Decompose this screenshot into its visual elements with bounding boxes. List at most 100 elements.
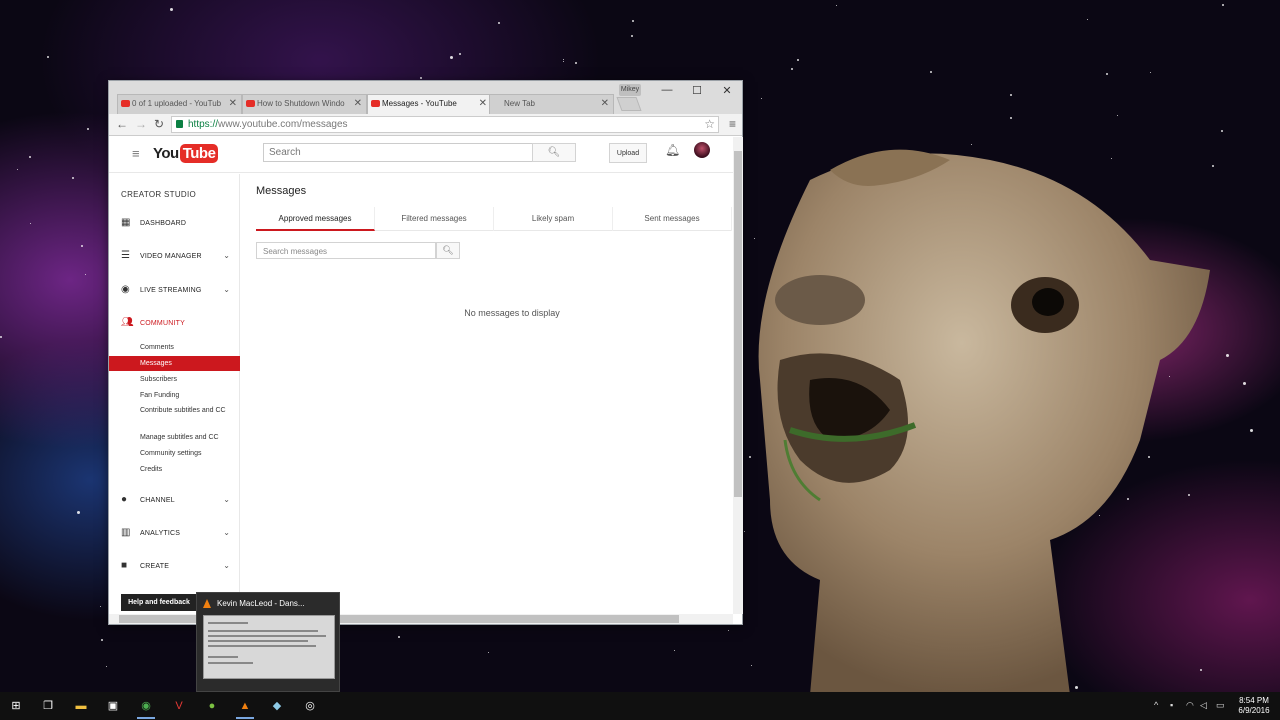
youtube-favicon-icon [371, 100, 380, 107]
star [797, 59, 799, 61]
star [87, 128, 89, 130]
youtube-logo[interactable]: You Tube [153, 143, 219, 163]
back-arrow-icon[interactable]: ← [116, 117, 128, 131]
reload-icon[interactable]: ↻ [154, 117, 164, 131]
guide-menu-icon[interactable]: ≡ [132, 146, 140, 161]
star [101, 639, 103, 641]
maximize-icon[interactable]: ☐ [682, 84, 712, 97]
youtube-masthead: ≡ You Tube Search 🔍︎ Upload 🔔︎ [109, 137, 733, 173]
windows-taskbar: ⊞ ❐ ▬ ▣ ◉ V ● ▲ ◆ ◎ ^ ▪ ◠ ◁ ▭ 8:54 PM 6/… [0, 692, 1280, 720]
chevron-down-icon: ⌄ [223, 495, 230, 504]
volume-icon[interactable]: ◁ [1200, 700, 1207, 711]
tray-chevron-up-icon[interactable]: ^ [1154, 700, 1158, 710]
tab-filtered-messages[interactable]: Filtered messages [375, 207, 494, 231]
creator-studio-title[interactable]: CREATOR STUDIO [121, 190, 196, 199]
browser-tab-new[interactable]: New Tab ✕ [489, 94, 614, 114]
close-window-icon[interactable]: ✕ [712, 84, 742, 97]
profile-button[interactable]: Mikey [619, 84, 641, 96]
chrome-icon[interactable]: ◉ [135, 696, 157, 719]
browser-tab-upload[interactable]: 0 of 1 uploaded - YouTub ✕ [117, 94, 242, 114]
address-bar[interactable]: https://www.youtube.com/messages ☆ [171, 116, 719, 133]
close-tab-icon[interactable]: ✕ [354, 98, 362, 109]
search-messages-button[interactable]: 🔍︎ [436, 242, 460, 259]
system-clock[interactable]: 8:54 PM 6/9/2016 [1234, 696, 1274, 716]
forward-arrow-icon[interactable]: → [135, 117, 147, 131]
vivaldi-icon[interactable]: V [168, 696, 190, 716]
star [170, 8, 173, 11]
sidebar-item-credits[interactable]: Credits [109, 465, 240, 475]
notifications-bell-icon[interactable]: 🔔︎ [665, 143, 680, 157]
messages-main-panel: Messages Approved messages Filtered mess… [246, 174, 733, 614]
upload-button[interactable]: Upload [609, 143, 647, 163]
taskbar-thumbnail-preview[interactable]: Kevin MacLeod - Dans... [196, 592, 340, 692]
vlc-icon[interactable]: ▲ [234, 696, 256, 719]
sidebar-item-analytics[interactable]: ▥ ANALYTICS ⌄ [109, 527, 240, 541]
community-icon: 👥︎ [121, 317, 134, 328]
search-messages-input[interactable]: Search messages [256, 242, 436, 259]
browser-tab-messages[interactable]: Messages - YouTube ✕ [367, 94, 492, 114]
task-view-icon[interactable]: ❐ [37, 696, 59, 716]
star [450, 56, 453, 59]
search-button[interactable]: 🔍︎ [532, 143, 576, 162]
lock-icon [176, 120, 183, 128]
sidebar-item-fan-funding[interactable]: Fan Funding [109, 391, 240, 401]
vertical-scrollbar[interactable] [733, 137, 743, 614]
close-tab-icon[interactable]: ✕ [601, 98, 609, 109]
help-and-feedback-button[interactable]: Help and feedback [121, 594, 197, 611]
star [29, 156, 31, 158]
youtube-favicon-icon [246, 100, 255, 107]
star [930, 71, 932, 73]
scrollbar-thumb[interactable] [734, 151, 742, 497]
browser-tab-shutdown[interactable]: How to Shutdown Windo ✕ [242, 94, 367, 114]
vlc-icon [203, 599, 211, 608]
windows-start-icon[interactable]: ⊞ [5, 696, 27, 716]
avatar[interactable] [694, 142, 710, 158]
sidebar-item-dashboard[interactable]: ▦ DASHBOARD [109, 217, 240, 231]
wifi-icon[interactable]: ◠ [1186, 700, 1194, 711]
youtube-favicon-icon [121, 100, 130, 107]
sidebar-item-comments[interactable]: Comments [109, 343, 240, 353]
obs-icon[interactable]: ◎ [299, 696, 321, 716]
star [575, 62, 577, 64]
sidebar-item-channel[interactable]: ● CHANNEL ⌄ [109, 494, 240, 508]
star [1010, 94, 1012, 96]
star [1221, 130, 1223, 132]
sidebar-item-subscribers[interactable]: Subscribers [109, 375, 240, 385]
utorrent-icon[interactable]: ● [201, 696, 223, 716]
page-title: Messages [256, 185, 307, 197]
sidebar-item-label: COMMUNITY [140, 320, 185, 327]
browser-menu-icon[interactable]: ≡ [729, 117, 736, 131]
sidebar-item-messages[interactable]: Messages [109, 356, 240, 371]
new-tab-button[interactable] [616, 97, 642, 111]
sidebar-item-community[interactable]: 👥︎ COMMUNITY [109, 317, 240, 331]
empty-state-text: No messages to display [464, 308, 560, 318]
star [498, 22, 500, 24]
star [85, 274, 86, 275]
browser-window[interactable]: 0 of 1 uploaded - YouTub ✕ How to Shutdo… [108, 80, 743, 625]
close-tab-icon[interactable]: ✕ [479, 98, 487, 109]
sidebar-item-create[interactable]: ■ CREATE ⌄ [109, 560, 240, 574]
sidebar-item-contribute-subtitles[interactable]: Contribute subtitles and CC [109, 406, 227, 416]
sidebar-item-community-settings[interactable]: Community settings [109, 449, 240, 459]
sidebar-item-live-streaming[interactable]: ◉ LIVE STREAMING ⌄ [109, 284, 240, 298]
clock-time: 8:54 PM [1239, 696, 1269, 705]
omnibar: ← → ↻ https://www.youtube.com/messages ☆… [109, 114, 742, 136]
tab-approved-messages[interactable]: Approved messages [256, 207, 375, 231]
store-icon[interactable]: ▣ [102, 696, 124, 716]
minimize-icon[interactable]: — [652, 84, 682, 96]
app-icon[interactable]: ◆ [266, 696, 288, 716]
dashboard-icon: ▦ [121, 217, 131, 228]
file-explorer-icon[interactable]: ▬ [70, 696, 92, 716]
tab-likely-spam[interactable]: Likely spam [494, 207, 613, 231]
tray-network-icon[interactable]: ▪ [1170, 700, 1173, 710]
star [674, 650, 675, 651]
tab-sent-messages[interactable]: Sent messages [613, 207, 732, 231]
sidebar-item-manage-subtitles[interactable]: Manage subtitles and CC [109, 433, 240, 443]
browser-tab-label: How to Shutdown Windo [257, 99, 345, 108]
close-tab-icon[interactable]: ✕ [229, 98, 237, 109]
search-input[interactable]: Search [263, 143, 533, 162]
action-center-icon[interactable]: ▭ [1216, 700, 1225, 711]
sidebar-item-label: CHANNEL [140, 497, 175, 504]
sidebar-item-video-manager[interactable]: ☰ VIDEO MANAGER ⌄ [109, 250, 240, 264]
bookmark-star-icon[interactable]: ☆ [704, 117, 715, 131]
